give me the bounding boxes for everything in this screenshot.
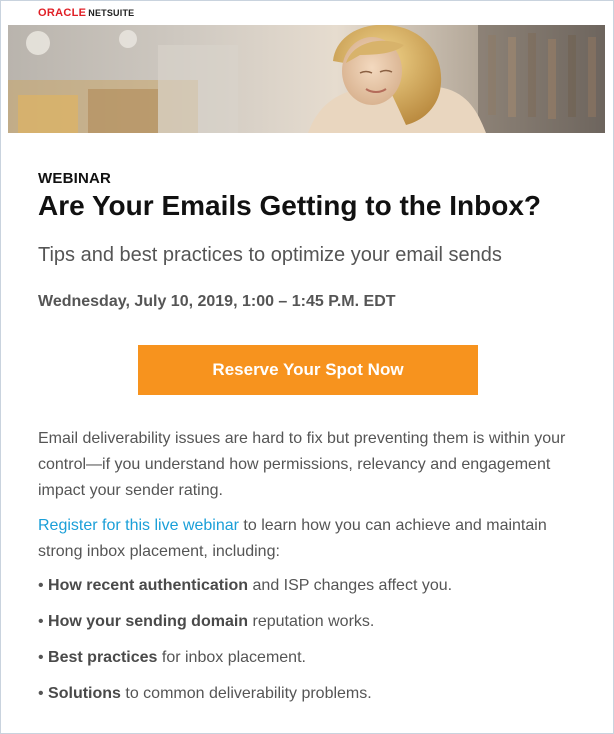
- topics-list: • How recent authentication and ISP chan…: [38, 573, 598, 717]
- register-paragraph: Register for this live webinar to learn …: [38, 513, 583, 565]
- webinar-title: Are Your Emails Getting to the Inbox?: [38, 190, 542, 221]
- topic-rest: and ISP changes affect you.: [248, 577, 453, 594]
- intro-paragraph: Email deliverability issues are hard to …: [38, 430, 566, 499]
- email-container: ORACLE NETSUITE WEBINAR Are Your Emails …: [0, 0, 614, 734]
- logo-netsuite-text: NETSUITE: [88, 8, 135, 18]
- topic-bold: Best practices: [48, 649, 158, 666]
- topic-bold: Solutions: [48, 685, 121, 702]
- register-webinar-link[interactable]: Register for this live webinar: [38, 517, 239, 534]
- webinar-datetime: Wednesday, July 10, 2019, 1:00 – 1:45 P.…: [38, 293, 396, 310]
- reserve-spot-button-label: Reserve Your Spot Now: [212, 360, 404, 379]
- topic-bold: How your sending domain: [48, 613, 249, 630]
- webinar-subtitle: Tips and best practices to optimize your…: [38, 244, 502, 266]
- webinar-eyebrow: WEBINAR: [38, 170, 112, 187]
- email-content: WEBINAR Are Your Emails Getting to the I…: [8, 133, 605, 733]
- topic-item: • How recent authentication and ISP chan…: [38, 577, 453, 594]
- hero-illustration: [8, 25, 605, 133]
- topic-item: • Best practices for inbox placement.: [38, 649, 306, 666]
- logo-oracle-text: ORACLE: [38, 7, 87, 19]
- topic-rest: to common deliverability problems.: [120, 685, 372, 702]
- hero-banner-image[interactable]: [8, 25, 605, 133]
- oracle-netsuite-logo[interactable]: ORACLE NETSUITE: [38, 7, 134, 19]
- topic-item: • How your sending domain reputation wor…: [38, 613, 375, 630]
- topic-bold: How recent authentication: [48, 577, 249, 594]
- topic-rest: reputation works.: [248, 613, 375, 630]
- email-header: ORACLE NETSUITE: [1, 1, 613, 25]
- reserve-spot-button[interactable]: Reserve Your Spot Now: [138, 345, 478, 395]
- topic-item: • Solutions to common deliverability pro…: [38, 685, 372, 702]
- topic-rest: for inbox placement.: [157, 649, 306, 666]
